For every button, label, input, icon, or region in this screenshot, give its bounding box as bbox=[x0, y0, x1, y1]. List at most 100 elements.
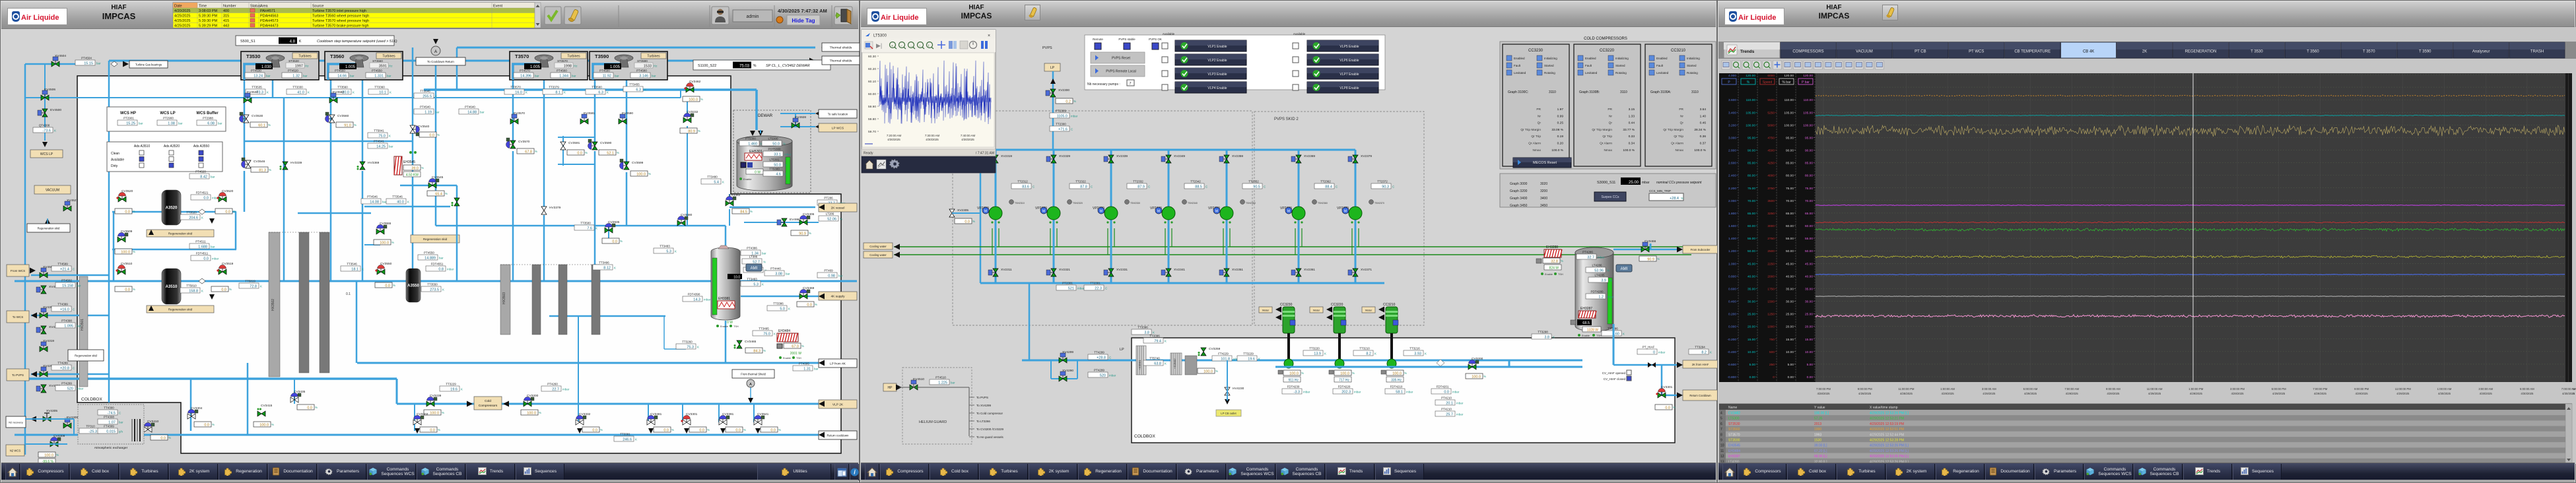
svg-text:100.0: 100.0 bbox=[1472, 375, 1481, 379]
svg-text:Thermal shields: Thermal shields bbox=[830, 59, 852, 63]
svg-text:CV3570: CV3570 bbox=[518, 140, 530, 144]
svg-text:0.34: 0.34 bbox=[1629, 142, 1635, 146]
svg-text:PT2301: PT2301 bbox=[1062, 282, 1073, 285]
svg-text:TT4299: TT4299 bbox=[57, 362, 68, 365]
svg-text:AMI: AMI bbox=[751, 267, 758, 271]
svg-text:50.0: 50.0 bbox=[772, 142, 780, 146]
svg-text:PT4504: PT4504 bbox=[81, 57, 92, 60]
svg-text:LP CB outlet: LP CB outlet bbox=[1221, 412, 1237, 415]
svg-text:Rotating: Rotating bbox=[1544, 71, 1555, 75]
svg-text:%: % bbox=[229, 288, 232, 291]
svg-text:%: % bbox=[648, 172, 651, 176]
svg-text:95.00: 95.00 bbox=[1786, 136, 1794, 140]
svg-text:520: 520 bbox=[67, 387, 73, 391]
svg-text:0 W: 0 W bbox=[727, 321, 733, 325]
svg-text:20.00: 20.00 bbox=[1805, 325, 1813, 329]
svg-text:ST3590: ST3590 bbox=[1728, 439, 1740, 443]
svg-text:FT4309: FT4309 bbox=[104, 425, 114, 428]
svg-text:0.36: 0.36 bbox=[1700, 135, 1707, 139]
svg-text:PT4398: PT4398 bbox=[61, 319, 72, 323]
svg-text:K: K bbox=[644, 88, 646, 91]
svg-text:A3550: A3550 bbox=[407, 284, 419, 288]
svg-text:ST3590: ST3590 bbox=[637, 59, 648, 63]
svg-text:4/25/2025: 4/25/2025 bbox=[174, 14, 190, 18]
svg-text:%: % bbox=[56, 453, 59, 457]
svg-text:~X3501: ~X3501 bbox=[1138, 360, 1141, 370]
svg-text:33.77 %: 33.77 % bbox=[1623, 128, 1635, 132]
svg-text:bar: bar bbox=[814, 367, 819, 370]
svg-text:5.3: 5.3 bbox=[666, 249, 671, 253]
svg-text:100.0: 100.0 bbox=[1340, 371, 1349, 375]
svg-text:mbar: mbar bbox=[704, 298, 711, 301]
svg-text:95.00: 95.00 bbox=[1747, 136, 1755, 140]
svg-text:Turbine T3570 inlet pressure h: Turbine T3570 inlet pressure high bbox=[312, 9, 366, 13]
svg-text:%: % bbox=[233, 210, 236, 213]
svg-text:Available: Available bbox=[111, 158, 124, 162]
svg-text:EV4506: EV4506 bbox=[44, 88, 55, 92]
svg-text:11: 11 bbox=[1720, 449, 1724, 453]
svg-text:TT3260: TT3260 bbox=[682, 340, 693, 344]
svg-text:CV3555: CV3555 bbox=[380, 222, 391, 226]
svg-text:4/28/2025: 4/28/2025 bbox=[1817, 392, 1830, 395]
svg-text:14.25: 14.25 bbox=[376, 145, 386, 148]
svg-text:mbar: mbar bbox=[1354, 390, 1361, 393]
svg-text:25.00: 25.00 bbox=[1805, 313, 1813, 317]
svg-text:2.000: 2.000 bbox=[1728, 199, 1736, 203]
svg-text:Rotating: Rotating bbox=[1615, 71, 1627, 75]
svg-text:7:30:00 AM: 7:30:00 AM bbox=[925, 134, 940, 137]
svg-text:PT4570: PT4570 bbox=[520, 69, 530, 73]
svg-text:Qr Trip Margin: Qr Trip Margin bbox=[1520, 128, 1541, 132]
svg-text:ST3560: ST3560 bbox=[1728, 428, 1740, 432]
svg-text:HV3339: HV3339 bbox=[290, 161, 302, 165]
svg-text:PT4550: PT4550 bbox=[372, 69, 382, 73]
svg-text:CV3482: CV3482 bbox=[1728, 412, 1740, 416]
svg-text:TT2352: TT2352 bbox=[1248, 180, 1259, 183]
svg-text:3.64: 3.64 bbox=[1700, 108, 1707, 112]
svg-text:Regeneration skid: Regeneration skid bbox=[75, 354, 97, 358]
svg-text:PT4550: PT4550 bbox=[424, 251, 434, 255]
svg-text:LT286: LT286 bbox=[826, 212, 834, 216]
svg-text:%: % bbox=[1673, 406, 1676, 409]
svg-text:CV3481: CV3481 bbox=[650, 412, 662, 416]
svg-text:91.0: 91.0 bbox=[344, 123, 351, 127]
svg-text:COLDBOX: COLDBOX bbox=[1134, 434, 1155, 439]
svg-text:%: % bbox=[438, 428, 440, 432]
svg-text:Enable: Enable bbox=[1545, 273, 1553, 276]
svg-text:%: % bbox=[437, 133, 440, 137]
svg-text:55.00: 55.00 bbox=[1747, 237, 1755, 241]
svg-text:PT4530: PT4530 bbox=[251, 69, 261, 73]
svg-text:1.344: 1.344 bbox=[559, 74, 568, 78]
svg-text:K: K bbox=[267, 90, 269, 94]
svg-text:M: M bbox=[1287, 210, 1290, 214]
svg-text:0.99: 0.99 bbox=[1557, 114, 1564, 118]
svg-text:0.46: 0.46 bbox=[1700, 121, 1707, 125]
svg-text:PVPS SKID 2: PVPS SKID 2 bbox=[1274, 117, 1299, 121]
svg-text:PR: PR bbox=[1608, 108, 1612, 112]
svg-text:PT2309: PT2309 bbox=[1056, 110, 1066, 113]
svg-text:+21.4: +21.4 bbox=[60, 267, 69, 271]
svg-text:M: M bbox=[1157, 210, 1160, 214]
svg-text:T 3590: T 3590 bbox=[2419, 50, 2431, 54]
svg-text:158.8: 158.8 bbox=[189, 289, 198, 293]
svg-text:K: K bbox=[564, 90, 566, 94]
svg-text:30.00: 30.00 bbox=[1805, 300, 1813, 304]
svg-text:TT5819: TT5819 bbox=[245, 280, 255, 283]
svg-text:Qr: Qr bbox=[1680, 121, 1684, 125]
svg-text:32.8: 32.8 bbox=[1551, 259, 1558, 263]
svg-text:TT2300: TT2300 bbox=[1056, 123, 1066, 126]
svg-text:45.00: 45.00 bbox=[1786, 262, 1794, 266]
svg-text:3.15: 3.15 bbox=[1629, 108, 1635, 112]
svg-text:TT3455: TT3455 bbox=[629, 83, 640, 86]
svg-text:CV3415: CV3415 bbox=[261, 404, 273, 408]
svg-text:110.00: 110.00 bbox=[1784, 98, 1794, 102]
svg-text:PT2988: PT2988 bbox=[203, 117, 213, 120]
svg-text:0.00: 0.00 bbox=[1807, 375, 1813, 379]
svg-text:110.00: 110.00 bbox=[1804, 98, 1813, 102]
svg-text:PVPS: PVPS bbox=[1042, 46, 1052, 50]
svg-text:4/30/2025 7:47:32 AM: 4/30/2025 7:47:32 AM bbox=[778, 8, 827, 14]
svg-text:4/30/2025: 4/30/2025 bbox=[2562, 392, 2575, 395]
svg-text:%: % bbox=[1352, 371, 1355, 375]
svg-text:1.2: 1.2 bbox=[1598, 295, 1604, 299]
svg-text:-74.5: -74.5 bbox=[107, 411, 116, 415]
svg-text:Enable: Enable bbox=[783, 357, 791, 360]
